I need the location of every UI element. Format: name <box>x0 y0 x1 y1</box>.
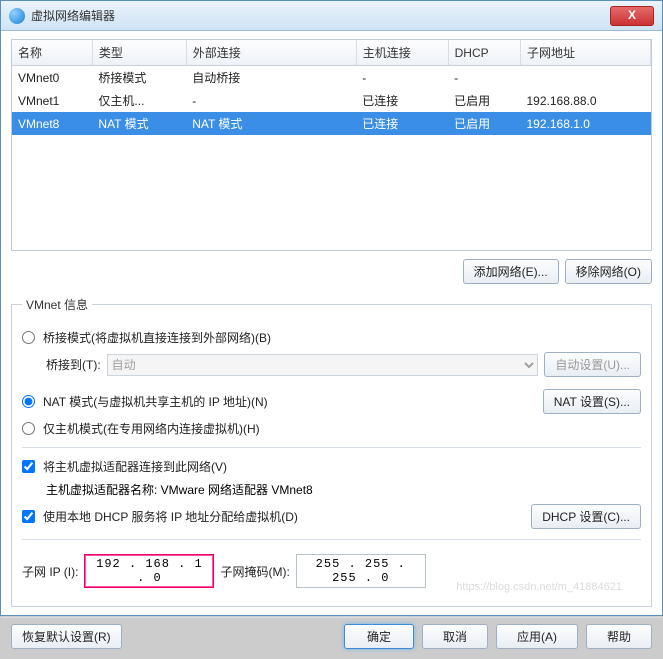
col-host[interactable]: 主机连接 <box>356 40 448 66</box>
close-button[interactable]: X <box>610 6 654 26</box>
hostonly-label: 仅主机模式(在专用网络内连接虚拟机)(H) <box>43 420 260 437</box>
hostonly-radio[interactable] <box>22 422 35 435</box>
host-adapter-name-row: 主机虚拟适配器名称: VMware 网络适配器 VMnet8 <box>46 481 641 498</box>
bridged-to-row: 桥接到(T): 自动 自动设置(U)... <box>46 352 641 377</box>
cell: - <box>448 66 520 90</box>
dhcp-settings-button[interactable]: DHCP 设置(C)... <box>531 504 641 529</box>
cancel-button[interactable]: 取消 <box>422 624 488 649</box>
add-network-button[interactable]: 添加网络(E)... <box>463 259 559 284</box>
col-subnet[interactable]: 子网地址 <box>521 40 651 66</box>
nat-settings-button[interactable]: NAT 设置(S)... <box>543 389 641 414</box>
app-icon <box>9 8 25 24</box>
bridged-radio[interactable] <box>22 331 35 344</box>
col-ext[interactable]: 外部连接 <box>186 40 356 66</box>
col-type[interactable]: 类型 <box>92 40 186 66</box>
restore-defaults-button[interactable]: 恢复默认设置(R) <box>11 624 122 649</box>
host-adapter-row: 将主机虚拟适配器连接到此网络(V) <box>22 458 641 475</box>
cell: VMnet8 <box>12 112 92 135</box>
auto-settings-button[interactable]: 自动设置(U)... <box>544 352 641 377</box>
subnet-ip-input[interactable]: 192 . 168 . 1 . 0 <box>84 554 214 588</box>
table-header-row: 名称 类型 外部连接 主机连接 DHCP 子网地址 <box>12 40 651 66</box>
table-row-selected[interactable]: VMnet8 NAT 模式 NAT 模式 已连接 已启用 192.168.1.0 <box>12 112 651 135</box>
subnet-ip-label: 子网 IP (I): <box>22 563 78 580</box>
remove-network-button[interactable]: 移除网络(O) <box>565 259 652 284</box>
host-adapter-name: 主机虚拟适配器名称: VMware 网络适配器 VMnet8 <box>46 481 313 498</box>
dhcp-checkbox[interactable] <box>22 510 35 523</box>
table-actions: 添加网络(E)... 移除网络(O) <box>11 259 652 284</box>
cell <box>521 66 651 90</box>
cell: NAT 模式 <box>92 112 186 135</box>
help-button[interactable]: 帮助 <box>586 624 652 649</box>
cell: 仅主机... <box>92 89 186 112</box>
table-row[interactable]: VMnet1 仅主机... - 已连接 已启用 192.168.88.0 <box>12 89 651 112</box>
vmnet-info-group: VMnet 信息 桥接模式(将虚拟机直接连接到外部网络)(B) 桥接到(T): … <box>11 296 652 607</box>
cell: 桥接模式 <box>92 66 186 90</box>
separator <box>22 539 641 540</box>
cell: 自动桥接 <box>186 66 356 90</box>
subnet-row: 子网 IP (I): 192 . 168 . 1 . 0 子网掩码(M): 25… <box>22 554 641 588</box>
hostonly-mode-row: 仅主机模式(在专用网络内连接虚拟机)(H) <box>22 420 641 437</box>
cell: 已连接 <box>356 89 448 112</box>
cell: VMnet0 <box>12 66 92 90</box>
col-dhcp[interactable]: DHCP <box>448 40 520 66</box>
subnet-mask-input[interactable]: 255 . 255 . 255 . 0 <box>296 554 426 588</box>
window-title: 虚拟网络编辑器 <box>31 7 610 24</box>
subnet-mask-label: 子网掩码(M): <box>220 563 289 580</box>
ok-button[interactable]: 确定 <box>344 624 414 649</box>
cell: - <box>186 89 356 112</box>
host-adapter-label: 将主机虚拟适配器连接到此网络(V) <box>43 458 227 475</box>
content-area: 名称 类型 外部连接 主机连接 DHCP 子网地址 VMnet0 桥接模式 自动… <box>1 31 662 617</box>
table-row[interactable]: VMnet0 桥接模式 自动桥接 - - <box>12 66 651 90</box>
cell: 已启用 <box>448 112 520 135</box>
apply-button[interactable]: 应用(A) <box>496 624 578 649</box>
separator <box>22 447 641 448</box>
window: 虚拟网络编辑器 X 名称 类型 外部连接 主机连接 DHCP 子网地址 <box>0 0 663 616</box>
cell: NAT 模式 <box>186 112 356 135</box>
bridged-to-select[interactable]: 自动 <box>107 354 539 376</box>
cell: VMnet1 <box>12 89 92 112</box>
cell: 192.168.1.0 <box>521 112 651 135</box>
cell: 已连接 <box>356 112 448 135</box>
footer: 恢复默认设置(R) 确定 取消 应用(A) 帮助 <box>1 617 662 659</box>
nat-mode-row: NAT 模式(与虚拟机共享主机的 IP 地址)(N) NAT 设置(S)... <box>22 389 641 414</box>
dhcp-row: 使用本地 DHCP 服务将 IP 地址分配给虚拟机(D) DHCP 设置(C).… <box>22 504 641 529</box>
cell: 192.168.88.0 <box>521 89 651 112</box>
host-adapter-checkbox[interactable] <box>22 460 35 473</box>
titlebar: 虚拟网络编辑器 X <box>1 1 662 31</box>
network-table[interactable]: 名称 类型 外部连接 主机连接 DHCP 子网地址 VMnet0 桥接模式 自动… <box>11 39 652 251</box>
bridged-label: 桥接模式(将虚拟机直接连接到外部网络)(B) <box>43 329 271 346</box>
dhcp-label: 使用本地 DHCP 服务将 IP 地址分配给虚拟机(D) <box>43 508 298 525</box>
nat-radio[interactable] <box>22 395 35 408</box>
bridged-to-label: 桥接到(T): <box>46 356 101 373</box>
group-legend: VMnet 信息 <box>22 296 92 313</box>
col-name[interactable]: 名称 <box>12 40 92 66</box>
bridged-mode-row: 桥接模式(将虚拟机直接连接到外部网络)(B) <box>22 329 641 346</box>
nat-label: NAT 模式(与虚拟机共享主机的 IP 地址)(N) <box>43 393 268 410</box>
cell: 已启用 <box>448 89 520 112</box>
cell: - <box>356 66 448 90</box>
